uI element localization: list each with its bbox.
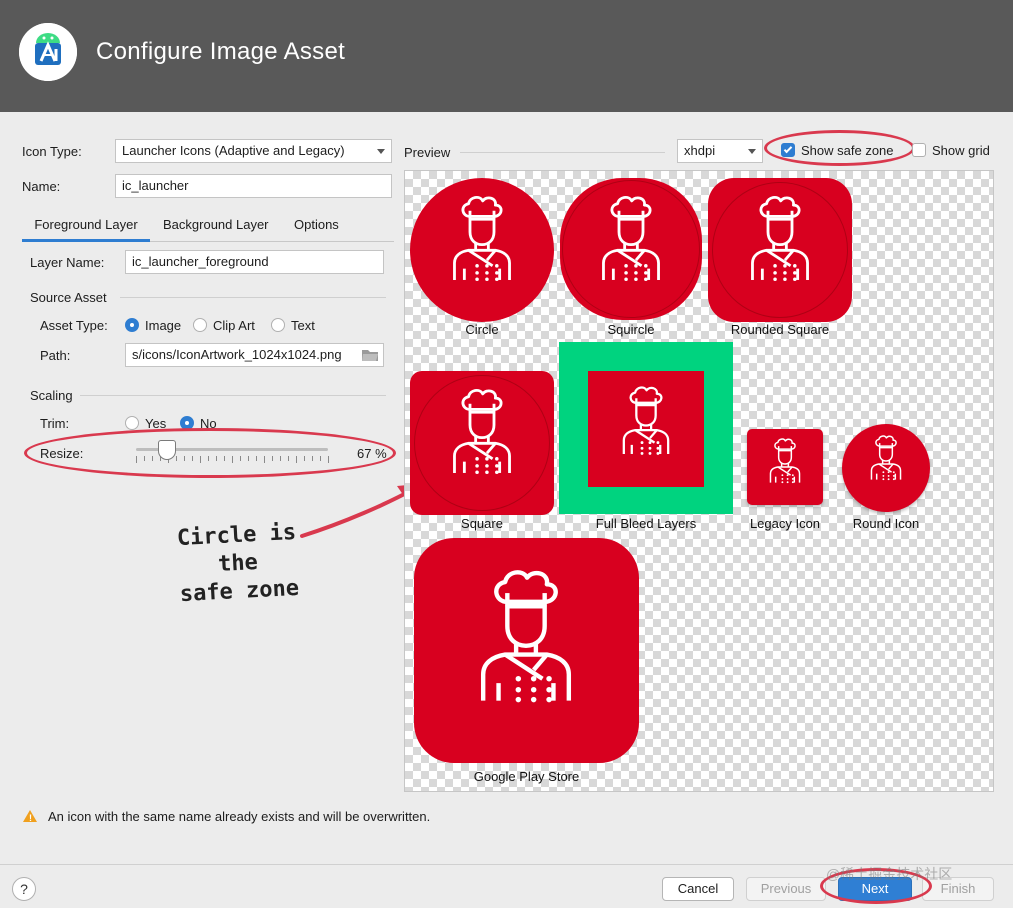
warning-text: An icon with the same name already exist…	[48, 809, 431, 824]
caption-squircle: Squircle	[607, 322, 655, 337]
slider-tick	[216, 456, 217, 461]
resize-label: Resize:	[40, 446, 84, 461]
icon-type-value: Launcher Icons (Adaptive and Legacy)	[122, 143, 345, 158]
show-grid-checkbox[interactable]	[912, 143, 926, 157]
path-field[interactable]: s/icons/IconArtwork_1024x1024.png	[125, 343, 384, 367]
slider-tick	[240, 456, 241, 461]
preview-label: Preview	[404, 145, 451, 160]
slider-tick	[152, 456, 153, 461]
asset-type-label: Asset Type:	[40, 318, 108, 333]
android-studio-icon	[19, 23, 77, 81]
resize-slider-thumb[interactable]	[158, 440, 176, 460]
previous-button[interactable]: Previous	[746, 877, 826, 901]
path-label: Path:	[40, 348, 71, 363]
tab-options[interactable]: Options	[294, 217, 339, 232]
preview-full-bleed-icon	[559, 342, 733, 514]
source-asset-divider	[120, 297, 386, 298]
radio-image[interactable]	[125, 318, 139, 332]
show-safe-zone-label[interactable]: Show safe zone	[801, 143, 894, 158]
caption-square: Square	[461, 516, 503, 531]
slider-tick	[232, 456, 233, 463]
radio-trim-yes-label[interactable]: Yes	[145, 416, 166, 431]
slider-tick	[288, 456, 289, 461]
caption-circle: Circle	[465, 322, 499, 337]
density-dropdown[interactable]: xhdpi	[677, 139, 763, 163]
slider-tick	[200, 456, 201, 463]
preview-squircle-icon	[560, 178, 702, 320]
radio-trim-no[interactable]	[180, 416, 194, 430]
folder-icon[interactable]	[362, 349, 378, 361]
caption-play-store: Google Play Store	[473, 769, 580, 784]
dialog-header: Configure Image Asset	[0, 0, 1013, 112]
density-value: xhdpi	[684, 143, 716, 158]
caption-rounded-square: Rounded Square	[730, 322, 830, 337]
slider-tick	[256, 456, 257, 461]
preview-round-icon	[842, 424, 930, 512]
name-label: Name:	[22, 179, 61, 194]
watermark: @稀土掘金技术社区	[826, 866, 953, 882]
chevron-down-icon	[377, 149, 385, 154]
caption-full-bleed: Full Bleed Layers	[595, 516, 697, 531]
slider-tick	[248, 456, 249, 461]
trim-label: Trim:	[40, 416, 70, 431]
scaling-heading: Scaling	[30, 388, 73, 403]
slider-tick	[192, 456, 193, 461]
chevron-down-icon	[748, 149, 756, 154]
tab-foreground-layer[interactable]: Foreground Layer	[22, 212, 150, 242]
slider-tick	[272, 456, 273, 461]
caption-round: Round Icon	[852, 516, 920, 531]
slider-tick	[136, 456, 137, 463]
slider-tick	[320, 456, 321, 461]
radio-trim-yes[interactable]	[125, 416, 139, 430]
radio-clip-art[interactable]	[193, 318, 207, 332]
slider-tick	[328, 456, 329, 463]
slider-tick	[296, 456, 297, 463]
source-asset-heading: Source Asset	[30, 290, 107, 305]
warning-icon-mark: !	[29, 813, 32, 823]
name-field[interactable]: ic_launcher	[115, 174, 392, 198]
preview-divider	[460, 152, 665, 153]
slider-tick	[208, 456, 209, 461]
layer-name-label: Layer Name:	[30, 255, 105, 270]
preview-play-store-icon	[414, 538, 639, 763]
preview-circle-icon	[410, 178, 554, 322]
check-icon	[783, 144, 793, 154]
slider-tick	[312, 456, 313, 461]
icon-type-label: Icon Type:	[22, 144, 82, 159]
radio-image-label[interactable]: Image	[145, 318, 181, 333]
show-grid-label[interactable]: Show grid	[932, 143, 990, 158]
tab-background-layer[interactable]: Background Layer	[163, 217, 269, 232]
preview-legacy-icon	[747, 429, 823, 505]
annotation-text: Circle is the safe zone	[158, 518, 318, 610]
icon-type-dropdown[interactable]: Launcher Icons (Adaptive and Legacy)	[115, 139, 392, 163]
scaling-divider	[80, 395, 386, 396]
slider-tick	[264, 456, 265, 463]
cancel-button[interactable]: Cancel	[662, 877, 734, 901]
preview-square-icon	[410, 371, 554, 515]
slider-tick	[224, 456, 225, 461]
annotation-line-1: Circle is the	[176, 519, 297, 578]
resize-value: 67 %	[357, 446, 387, 461]
radio-trim-no-label[interactable]: No	[200, 416, 217, 431]
help-button[interactable]: ?	[12, 877, 36, 901]
slider-tick	[184, 456, 185, 461]
radio-text-label[interactable]: Text	[291, 318, 315, 333]
path-value: s/icons/IconArtwork_1024x1024.png	[132, 347, 342, 362]
preview-rounded-square-icon	[708, 178, 852, 322]
dialog-title: Configure Image Asset	[96, 38, 346, 65]
caption-legacy: Legacy Icon	[749, 516, 821, 531]
slider-tick	[280, 456, 281, 461]
slider-tick	[176, 456, 177, 461]
slider-tick	[304, 456, 305, 461]
radio-clip-art-label[interactable]: Clip Art	[213, 318, 255, 333]
layer-tabs: Foreground Layer Background Layer Option…	[22, 212, 394, 242]
radio-text[interactable]	[271, 318, 285, 332]
show-safe-zone-checkbox[interactable]	[781, 143, 795, 157]
slider-tick	[144, 456, 145, 461]
layer-name-field[interactable]: ic_launcher_foreground	[125, 250, 384, 274]
